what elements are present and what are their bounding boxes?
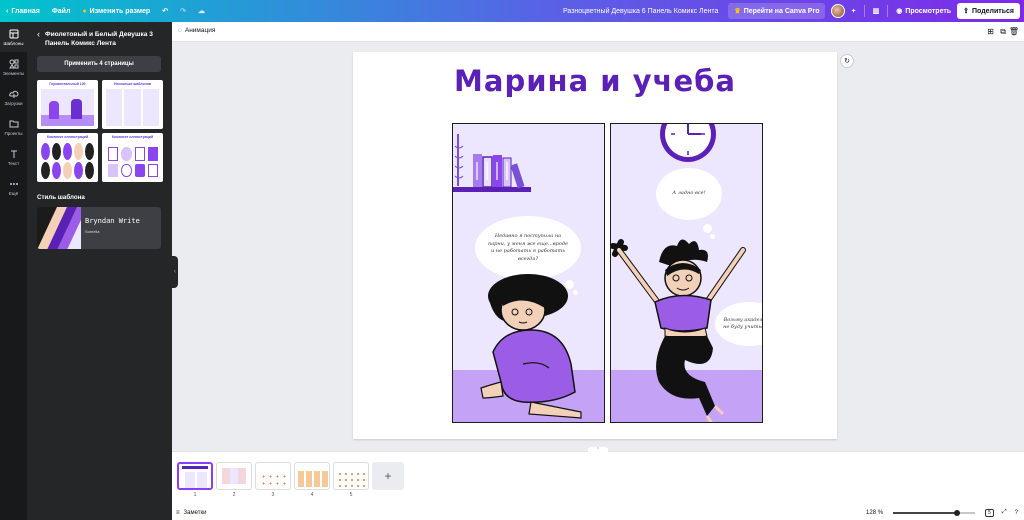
editor-toolbar: ◌ Анимация ⊞ ⧉ 🗑	[172, 22, 1024, 42]
thumb-art	[41, 89, 94, 126]
template-page-thumb[interactable]: Комплект иллюстраций	[102, 133, 163, 182]
file-menu[interactable]: Файл	[46, 8, 77, 15]
page-strip: ⌃ 1 2 3 4 5 +	[172, 447, 1024, 505]
crown-icon: ●	[82, 7, 87, 15]
divider	[863, 5, 865, 17]
zoom-slider[interactable]	[893, 508, 976, 518]
projects-icon	[9, 120, 18, 127]
templates-icon	[9, 29, 18, 38]
collapse-panel-handle[interactable]: ‹	[172, 256, 178, 288]
collapse-strip-handle[interactable]: ⌃	[588, 447, 608, 453]
rail-item-more[interactable]: Ещё	[0, 172, 27, 202]
clock-icon	[660, 124, 716, 162]
divider	[887, 5, 889, 17]
add-collaborator-icon[interactable]: +	[845, 8, 861, 15]
preview-button[interactable]: ◉ Просмотреть	[890, 7, 957, 16]
thumb-art	[108, 147, 158, 177]
rail-item-uploads[interactable]: Загрузки	[0, 82, 27, 112]
thumb-art	[41, 143, 94, 179]
fullscreen-icon[interactable]: ⤢	[1002, 509, 1007, 516]
zoom-slider-knob[interactable]	[954, 509, 961, 516]
page-thumb[interactable]	[177, 462, 213, 490]
page-thumb[interactable]	[294, 462, 330, 490]
ai-assist-icon[interactable]: ↻	[840, 54, 854, 68]
help-icon[interactable]: ?	[1015, 510, 1018, 516]
add-page-icon[interactable]: ⊞	[987, 27, 994, 36]
design-page[interactable]: Марина и учеба Недавно я поступила на па…	[353, 52, 854, 439]
more-icon	[9, 182, 18, 185]
rail-item-projects[interactable]: Проекты	[0, 112, 27, 142]
style-font-name: Bryndan Write	[85, 217, 140, 225]
palette-swatch	[37, 207, 81, 249]
template-page-thumb[interactable]: Несколько шаблонов	[102, 80, 163, 129]
zoom-fill	[893, 512, 958, 514]
back-arrow-icon[interactable]: ‹	[37, 30, 40, 39]
home-button[interactable]: ‹ Главная	[0, 8, 46, 15]
uploads-icon	[8, 90, 18, 98]
page-number: 2	[232, 492, 236, 498]
share-button[interactable]: ⇪ Поделиться	[957, 3, 1020, 19]
bookshelf-illustration	[453, 134, 531, 192]
page-number: 4	[310, 492, 314, 498]
side-rail: Шаблоны Элементы Загрузки Проекты Текст …	[0, 22, 27, 520]
zoom-level[interactable]: 128 %	[866, 510, 883, 516]
style-font-sub: Somelia	[85, 229, 100, 234]
templates-panel: ‹ Фиолетовый и Белый Девушка 3 Панель Ко…	[27, 22, 172, 520]
template-style-heading: Стиль шаблона	[37, 194, 85, 201]
page-number: 5	[349, 492, 353, 498]
cloud-saved-icon[interactable]: ☁	[192, 7, 211, 15]
page-number: 3	[271, 492, 275, 498]
comic-panel-2[interactable]: А ладно все! Возьму академ и не буду учи…	[610, 123, 763, 423]
comic-title[interactable]: Марина и учеба	[353, 64, 837, 98]
resize-button[interactable]: ● Изменить размер	[76, 8, 156, 15]
speech-bubble[interactable]: А ладно все!	[656, 168, 722, 220]
eye-icon: ◉	[896, 8, 903, 15]
page-count-badge[interactable]: 5	[985, 508, 994, 517]
chevron-left-icon: ‹	[6, 7, 9, 15]
apply-all-pages-button[interactable]: Применить 4 страницы	[37, 56, 161, 72]
template-style-card[interactable]: Bryndan Write Somelia	[37, 207, 161, 249]
crown-icon: ♛	[734, 8, 741, 15]
animation-icon: ◌	[178, 27, 182, 34]
page-number: 1	[193, 492, 197, 498]
rail-item-text[interactable]: Текст	[0, 142, 27, 172]
rail-item-elements[interactable]: Элементы	[0, 52, 27, 82]
comic-panel-1[interactable]: Недавно я поступила на парни, у меня же …	[452, 123, 605, 423]
add-page-button[interactable]: +	[372, 462, 404, 490]
template-page-thumb[interactable]: Комплект иллюстраций	[37, 133, 98, 182]
template-title: Фиолетовый и Белый Девушка 3 Панель Коми…	[45, 31, 153, 47]
bottom-bar: ≡ Заметки 128 % 5 ⤢ ?	[172, 505, 1024, 520]
duplicate-page-icon[interactable]: ⧉	[1000, 27, 1006, 37]
notes-button[interactable]: ≡ Заметки	[176, 510, 206, 516]
document-title[interactable]: Разноцветный Девушка 6 Панель Комикс Лен…	[557, 8, 724, 15]
undo-icon[interactable]: ↶	[156, 7, 174, 15]
thumb-art	[106, 89, 159, 126]
rail-item-templates[interactable]: Шаблоны	[0, 22, 27, 52]
page-thumb[interactable]	[333, 462, 369, 490]
redo-icon[interactable]: ↷	[174, 7, 192, 15]
animation-button[interactable]: ◌ Анимация	[178, 27, 215, 34]
top-bar: ‹ Главная Файл ● Изменить размер ↶ ↷ ☁ Р…	[0, 0, 1024, 22]
template-page-thumb[interactable]: Горизонтальный 100	[37, 80, 98, 129]
text-icon	[10, 150, 17, 158]
analytics-icon[interactable]: ▥	[867, 7, 886, 15]
girl-kneeling-illustration	[480, 274, 582, 419]
page-thumb[interactable]	[255, 462, 291, 490]
avatar[interactable]	[831, 4, 846, 18]
elements-icon	[8, 59, 18, 68]
canva-pro-button[interactable]: ♛ Перейти на Canva Pro	[728, 3, 826, 19]
notes-icon: ≡	[176, 509, 180, 516]
delete-page-icon[interactable]: 🗑	[1009, 27, 1019, 36]
page-thumb[interactable]	[216, 462, 252, 490]
upload-icon: ⇪	[963, 8, 969, 15]
